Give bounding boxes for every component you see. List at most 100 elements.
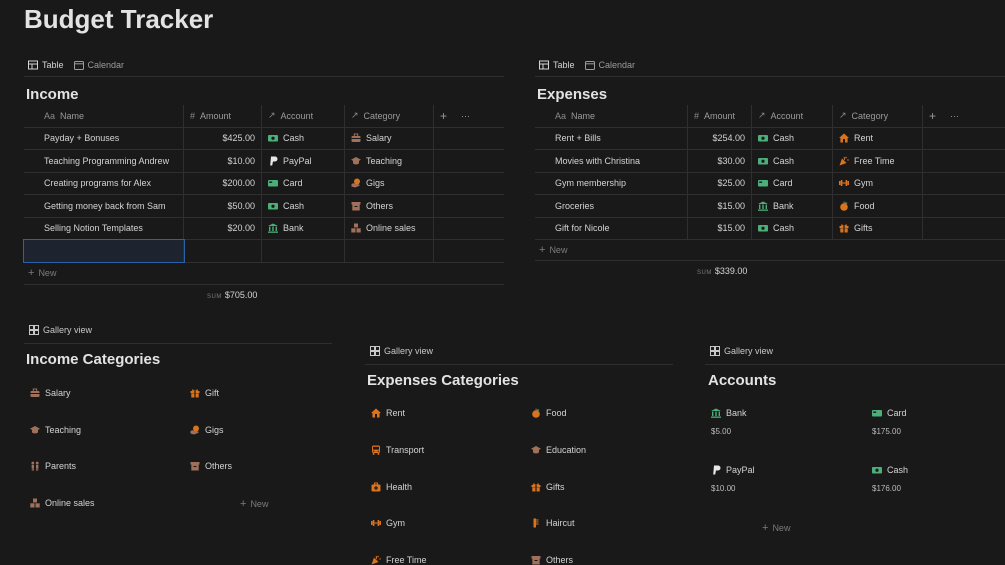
gallery-card-title[interactable]: Online sales (30, 498, 95, 508)
more-options-icon[interactable]: ··· (461, 111, 470, 121)
row-category-cell[interactable]: Free Time (833, 150, 923, 172)
column-header-category[interactable]: ↗ Category (833, 105, 923, 127)
gallery-card[interactable]: Food (531, 408, 567, 418)
row-category-cell[interactable]: Online sales (345, 217, 434, 239)
row-category-cell[interactable]: Gigs (345, 172, 434, 194)
column-header-account[interactable]: ↗ Account (262, 105, 345, 127)
gallery-card[interactable]: Online sales (30, 498, 95, 508)
accounts-title[interactable]: Accounts (708, 372, 776, 389)
row-account-cell[interactable]: PayPal (262, 150, 345, 172)
income-sum[interactable]: SUM $705.00 (207, 290, 504, 300)
row-account-cell[interactable]: Cash (262, 195, 345, 217)
gallery-card-title[interactable]: Teaching (30, 425, 81, 435)
row-category-cell[interactable]: Teaching (345, 150, 434, 172)
row-account-cell[interactable]: Card (752, 172, 833, 194)
gallery-card-title[interactable]: Free Time (371, 555, 427, 565)
income-categories-view-tab[interactable]: Gallery view (29, 325, 92, 335)
empty-cell[interactable] (345, 240, 434, 262)
row-amount-cell[interactable]: $20.00 (184, 217, 262, 239)
row-name-cell[interactable]: Gym membership (535, 172, 688, 194)
gallery-card[interactable]: Education (531, 445, 586, 455)
row-amount-cell[interactable]: $30.00 (688, 150, 752, 172)
gallery-card[interactable]: Teaching (30, 425, 81, 435)
gallery-card-title[interactable]: Salary (30, 388, 71, 398)
row-account-cell[interactable]: Cash (262, 127, 345, 149)
row-amount-cell[interactable]: $254.00 (688, 127, 752, 149)
gallery-card-title[interactable]: Others (531, 555, 573, 565)
gallery-card[interactable]: Others (531, 555, 573, 565)
table-row[interactable]: Movies with Christina $30.00 Cash Free Time (535, 150, 1005, 173)
gallery-card-title[interactable]: Parents (30, 461, 76, 471)
gallery-card[interactable]: Gift (190, 388, 219, 398)
column-header-category[interactable]: ↗ Category (345, 105, 434, 127)
table-row[interactable]: Gym membership $25.00 Card Gym (535, 172, 1005, 195)
column-header-name[interactable]: Aa Name (24, 105, 184, 127)
empty-cell[interactable] (184, 240, 262, 262)
expenses-new-row-button[interactable]: + New (535, 240, 1005, 261)
column-header-name[interactable]: Aa Name (535, 105, 688, 127)
row-name-cell[interactable]: Payday + Bonuses (24, 127, 184, 149)
empty-cell[interactable] (262, 240, 345, 262)
gallery-card[interactable]: PayPal $10.00 (711, 465, 755, 493)
row-amount-cell[interactable]: $25.00 (688, 172, 752, 194)
gallery-card-title[interactable]: Gift (190, 388, 219, 398)
gallery-card-title[interactable]: Education (531, 445, 586, 455)
row-name-cell[interactable]: Groceries (535, 195, 688, 217)
new-row-name-input[interactable] (23, 239, 185, 263)
row-name-cell[interactable]: Selling Notion Templates (24, 217, 184, 239)
expenses-title[interactable]: Expenses (537, 86, 607, 103)
income-title[interactable]: Income (26, 86, 79, 103)
gallery-card-title[interactable]: Bank (711, 408, 747, 418)
row-account-cell[interactable]: Cash (752, 150, 833, 172)
gallery-card-title[interactable]: PayPal (711, 465, 755, 475)
gallery-card-title[interactable]: Gifts (531, 482, 565, 492)
accounts-new-button[interactable]: + New (762, 519, 790, 537)
expenses-categories-view-tab[interactable]: Gallery view (370, 346, 433, 356)
gallery-card[interactable]: Haircut (531, 518, 575, 528)
expenses-categories-title[interactable]: Expenses Categories (367, 372, 519, 389)
gallery-card[interactable]: Gifts (531, 482, 565, 492)
gallery-card[interactable]: Salary (30, 388, 71, 398)
column-header-amount[interactable]: # Amount (688, 105, 752, 127)
gallery-card[interactable]: Transport (371, 445, 424, 455)
gallery-card-title[interactable]: Others (190, 461, 232, 471)
row-category-cell[interactable]: Salary (345, 127, 434, 149)
table-row[interactable]: Getting money back from Sam $50.00 Cash Oth… (24, 195, 504, 218)
table-row[interactable]: Selling Notion Templates $20.00 Bank Online… (24, 217, 504, 240)
gallery-card-title[interactable]: Gigs (190, 425, 224, 435)
income-categories-title[interactable]: Income Categories (26, 351, 160, 368)
row-category-cell[interactable]: Gifts (833, 217, 923, 239)
column-header-account[interactable]: ↗ Account (752, 105, 833, 127)
tab-table[interactable]: Table (539, 60, 575, 70)
tab-calendar[interactable]: Calendar (585, 60, 635, 70)
row-amount-cell[interactable]: $10.00 (184, 150, 262, 172)
row-category-cell[interactable]: Food (833, 195, 923, 217)
table-row[interactable]: Payday + Bonuses $425.00 Cash Salary (24, 127, 504, 150)
add-column-icon[interactable]: + (440, 109, 447, 123)
row-amount-cell[interactable]: $425.00 (184, 127, 262, 149)
row-account-cell[interactable]: Bank (752, 195, 833, 217)
row-amount-cell[interactable]: $15.00 (688, 217, 752, 239)
gallery-card-title[interactable]: Gym (371, 518, 405, 528)
table-row[interactable]: Gift for Nicole $15.00 Cash Gifts (535, 217, 1005, 240)
row-amount-cell[interactable]: $50.00 (184, 195, 262, 217)
income-new-row-button[interactable]: + New (24, 263, 504, 285)
gallery-card-title[interactable]: Haircut (531, 518, 575, 528)
row-name-cell[interactable]: Getting money back from Sam (24, 195, 184, 217)
table-row[interactable]: Creating programs for Alex $200.00 Card Gig… (24, 172, 504, 195)
gallery-card[interactable]: Cash $176.00 (872, 465, 908, 493)
more-options-icon[interactable]: ··· (950, 111, 959, 121)
row-name-cell[interactable]: Rent + Bills (535, 127, 688, 149)
gallery-card[interactable]: Gigs (190, 425, 224, 435)
table-row[interactable]: Teaching Programming Andrew $10.00 PayPal T… (24, 150, 504, 173)
expenses-sum[interactable]: SUM $339.00 (697, 266, 1005, 276)
row-name-cell[interactable]: Gift for Nicole (535, 217, 688, 239)
gallery-card-title[interactable]: Rent (371, 408, 405, 418)
gallery-card[interactable]: Gym (371, 518, 405, 528)
income-categories-new-button[interactable]: + New (240, 495, 268, 513)
row-amount-cell[interactable]: $200.00 (184, 172, 262, 194)
table-row[interactable]: Groceries $15.00 Bank Food (535, 195, 1005, 218)
gallery-card-title[interactable]: Health (371, 482, 412, 492)
row-name-cell[interactable]: Movies with Christina (535, 150, 688, 172)
gallery-card[interactable]: Others (190, 461, 232, 471)
